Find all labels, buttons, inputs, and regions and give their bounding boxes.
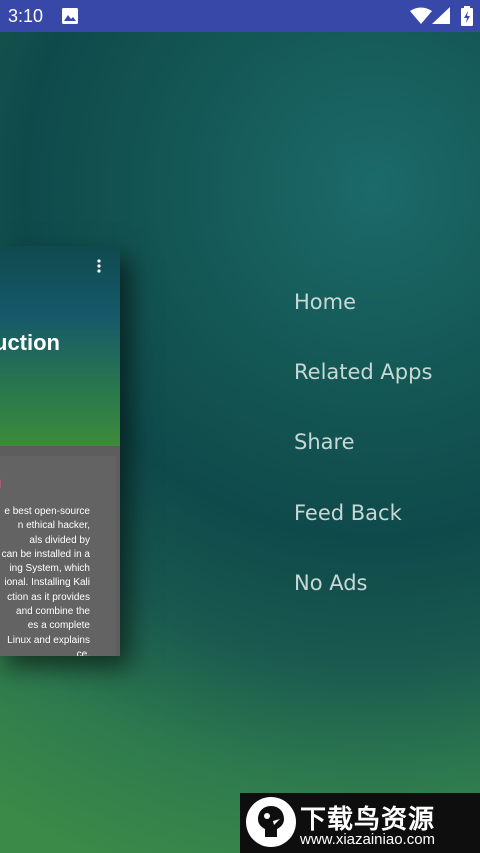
card-text-line: e best open-source [4,506,90,517]
content-card[interactable]: uction al e best open-source n ethical h… [0,246,120,656]
more-vert-icon[interactable] [97,259,101,273]
card-text-line: ional. Installing Kali [4,577,90,589]
card-text-line: ce. [76,648,90,656]
card-text-line: als divided by [29,534,90,546]
menu-item-share[interactable]: Share [294,426,432,496]
card-subtitle: al [0,477,1,491]
watermark-banner: 下载鸟资源 www.xiazainiao.com [240,793,480,853]
card-text-line: and combine the [16,606,90,618]
menu-item-feed-back[interactable]: Feed Back [294,497,432,567]
card-text-line: n ethical hacker, [17,520,90,532]
card-body: al e best open-source n ethical hacker, … [0,446,120,656]
status-time: 3:10 [8,6,44,26]
menu-item-no-ads[interactable]: No Ads [294,567,432,637]
card-text-line: es a complete [27,620,90,632]
status-bar: 3:10 [0,0,480,32]
watermark-url: www.xiazainiao.com [300,831,436,848]
signal-icon [432,7,450,24]
bird-logo-icon [246,797,296,847]
card-text-line: ction as it provides [7,591,90,603]
card-text-line: ing System, which [9,563,90,575]
battery-icon [461,6,473,26]
card-text-line: Linux and explains [7,634,90,646]
card-text-line: can be installed in a [1,548,90,560]
wifi-icon [410,7,432,24]
menu-item-home[interactable]: Home [294,286,432,356]
image-icon [62,8,78,24]
menu-item-related-apps[interactable]: Related Apps [294,356,432,426]
card-body-panel: al e best open-source n ethical hacker, … [0,456,116,656]
drawer-menu: Home Related Apps Share Feed Back No Ads [294,286,432,637]
card-header: uction [0,246,120,446]
card-text: e best open-source n ethical hacker, als… [0,505,114,656]
